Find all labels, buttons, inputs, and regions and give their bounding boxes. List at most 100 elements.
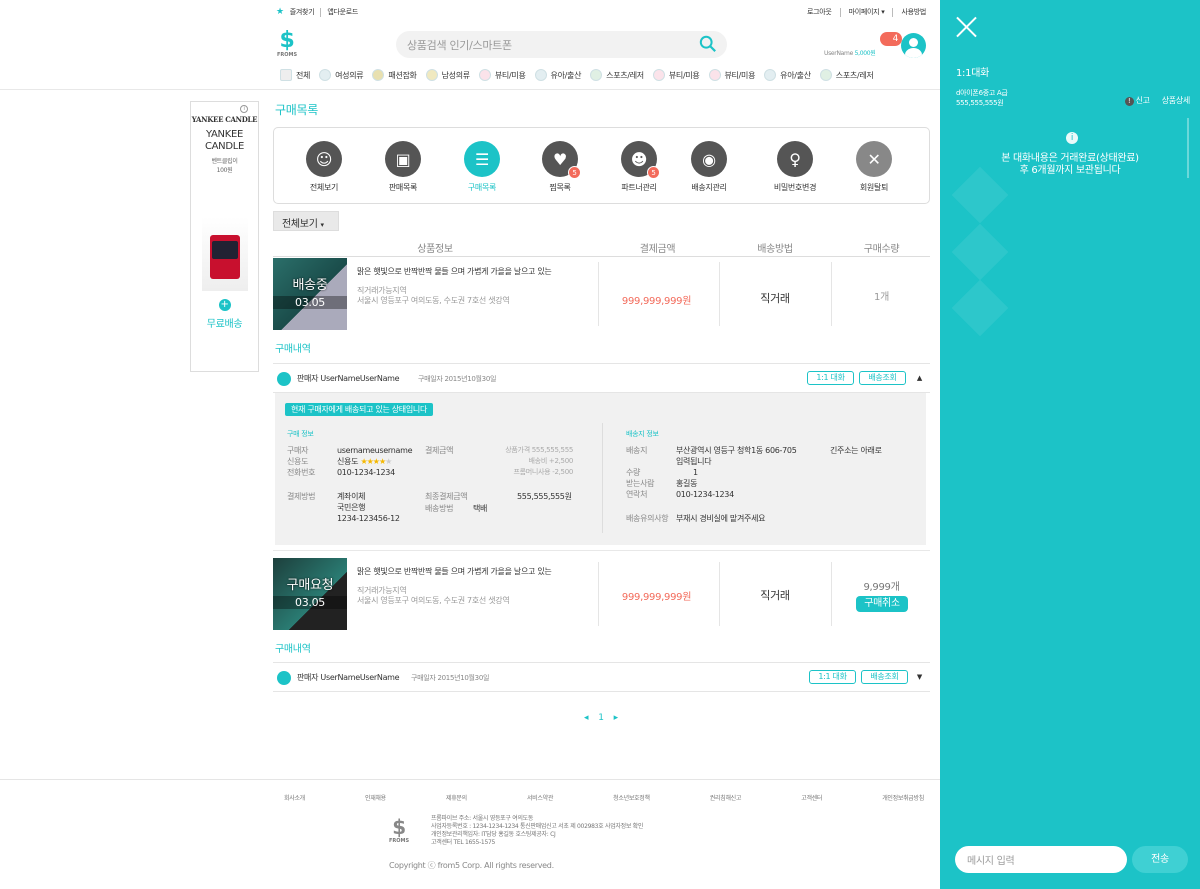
chat-actions: ! 신고 상품상세 xyxy=(1124,95,1191,106)
search-icon[interactable] xyxy=(699,35,717,53)
category-item[interactable]: 뷰티/미용 xyxy=(478,69,526,81)
star-icon: ★ xyxy=(276,7,284,17)
seller-row: 판매자 UserNameUserName 구매일자 2015년10월30일 1:… xyxy=(273,363,930,393)
app-download-link[interactable]: 앱다운로드 xyxy=(327,7,358,17)
product-title[interactable]: 맑은 햇빛으로 반짝반짝 물들 으며 가볍게 가을을 날으고 있는 xyxy=(357,566,557,577)
track-button[interactable]: 배송조회 xyxy=(859,371,906,385)
user-box[interactable]: 4 UserName 5,000원 xyxy=(824,32,926,60)
footer-link[interactable]: 고객센터 xyxy=(801,793,822,802)
notification-bell-icon[interactable]: 4 xyxy=(880,32,902,46)
site-logo[interactable]: $ FROMS xyxy=(276,30,298,59)
copyright: Copyright ⓒ from5 Corp. All rights reser… xyxy=(389,861,554,870)
price: 999,999,999원 xyxy=(621,296,692,307)
table-row[interactable]: 배송중 03.05 맑은 햇빛으로 반짝반짝 물들 으며 가볍게 가을을 날으고… xyxy=(273,258,930,330)
menu-item-purchases[interactable]: ☰ 구매목록 xyxy=(447,141,517,193)
category-item[interactable]: 유아/출산 xyxy=(534,69,581,81)
header-shipping: 배송방법 xyxy=(757,244,793,255)
wishlist-badge: 5 xyxy=(568,166,581,179)
cancel-purchase-button[interactable]: 구매취소 xyxy=(856,596,908,612)
table-row[interactable]: 구매요청 03.05 맑은 햇빛으로 반짝반짝 물들 으며 가볍게 가을을 날으… xyxy=(273,558,930,630)
category-item[interactable]: 뷰티/미용 xyxy=(652,69,700,81)
ad-brand-logo: YANKEE CANDLE xyxy=(191,115,258,124)
footer-links: 회사소개 인재채용 제휴문의 서비스약관 청소년보호정책 권리침해신고 고객센터… xyxy=(284,793,924,802)
shipping-method: 직거래 xyxy=(760,292,790,305)
category-icon xyxy=(652,69,665,81)
alert-icon: ! xyxy=(1124,97,1134,106)
footer-link[interactable]: 회사소개 xyxy=(284,793,305,802)
menu-item-partners[interactable]: ☻ 5 파트너관리 xyxy=(604,141,674,193)
section-title: 구매내역 xyxy=(275,344,311,355)
category-item[interactable]: 유아/출산 xyxy=(764,69,811,81)
header-amount: 결제금액 xyxy=(639,244,676,255)
send-button[interactable]: 전송 xyxy=(1132,846,1188,873)
page-number[interactable]: 1 xyxy=(598,713,604,723)
next-page-icon[interactable]: ▸ xyxy=(614,713,619,723)
pagination: ◂ 1 ▸ xyxy=(584,713,618,723)
category-item[interactable]: 뷰티/미용 xyxy=(708,69,755,81)
order-status-overlay: 구매요청 xyxy=(286,578,334,593)
page-title: 구매목록 xyxy=(275,103,318,117)
close-icon[interactable] xyxy=(955,16,977,38)
filter-dropdown[interactable]: 전체보기 ▾ xyxy=(273,211,339,231)
seller-name[interactable]: 판매자 UserNameUserName xyxy=(297,373,400,384)
product-thumbnail[interactable]: 배송중 03.05 xyxy=(273,258,347,330)
search-input[interactable]: 상품검색 인기/스마트폰 xyxy=(396,31,727,58)
footer-link[interactable]: 개인정보취급방침 xyxy=(882,793,924,802)
chat-scrollbar[interactable] xyxy=(1187,118,1189,178)
product-thumbnail[interactable]: 구매요청 03.05 xyxy=(273,558,347,630)
footer-link[interactable]: 제휴문의 xyxy=(446,793,467,802)
report-button[interactable]: ! 신고 xyxy=(1124,95,1150,106)
chat-button[interactable]: 1:1 대화 xyxy=(807,371,854,385)
category-item[interactable]: 패션잡화 xyxy=(372,69,417,81)
info-icon[interactable]: i xyxy=(240,105,248,113)
order-date-overlay: 03.05 xyxy=(273,296,347,309)
category-item[interactable]: 스포츠/레저 xyxy=(819,69,874,81)
chat-button[interactable]: 1:1 대화 xyxy=(809,670,856,684)
footer-link[interactable]: 청소년보호정책 xyxy=(613,793,650,802)
category-item[interactable]: 여성의류 xyxy=(319,69,364,81)
track-button[interactable]: 배송조회 xyxy=(861,670,908,684)
category-item[interactable]: 전체 xyxy=(280,69,310,81)
favorite-link[interactable]: 즐겨찾기 xyxy=(290,7,315,17)
menu-item-withdraw[interactable]: ✕ 회원탈퇴 xyxy=(839,141,909,193)
menu-item-all[interactable]: ☺ 전체보기 xyxy=(289,141,359,193)
side-ad-banner[interactable]: i YANKEE CANDLE YANKEE CANDLE 벤트클립이 100원 … xyxy=(190,101,259,372)
footer-link[interactable]: 인재채용 xyxy=(365,793,386,802)
product-detail-link[interactable]: 상품상세 xyxy=(1162,95,1191,106)
product-title[interactable]: 맑은 햇빛으로 반짝반짝 물들 으며 가볍게 가을을 날으고 있는 xyxy=(357,266,557,277)
category-item[interactable]: 스포츠/레저 xyxy=(590,69,644,81)
star-rating-icon: ★★★★★ xyxy=(360,457,392,466)
seller-name[interactable]: 판매자 UserNameUserName xyxy=(297,672,400,683)
seller-avatar xyxy=(277,671,291,685)
location-pin-icon: ◉ xyxy=(702,149,716,169)
points-value: 5,000원 xyxy=(854,50,876,57)
menu-item-sales[interactable]: ▣ 판매목록 xyxy=(368,141,438,193)
prev-page-icon[interactable]: ◂ xyxy=(584,713,589,723)
avatar[interactable] xyxy=(901,33,926,58)
product-info: 맑은 햇빛으로 반짝반짝 물들 으며 가볍게 가을을 날으고 있는 직거래가능지… xyxy=(357,266,557,306)
list-icon: ☰ xyxy=(474,149,490,169)
menu-icon xyxy=(280,69,292,81)
expand-icon[interactable]: ▼ xyxy=(917,673,922,681)
category-icon xyxy=(534,69,547,81)
footer-link[interactable]: 권리침해신고 xyxy=(710,793,742,802)
section-title: 구매내역 xyxy=(275,644,311,655)
menu-item-address[interactable]: ◉ 배송지관리 xyxy=(674,141,744,193)
menu-item-wishlist[interactable]: ♥ 5 찜목록 xyxy=(525,141,595,193)
order-detail-panel: 현재 구매자에게 배송되고 있는 상태입니다 구매 정보 구매자 usernam… xyxy=(275,393,926,545)
category-item[interactable]: 남성의류 xyxy=(425,69,470,81)
category-icon xyxy=(590,69,603,81)
seller-avatar xyxy=(277,372,291,386)
document-icon: ▣ xyxy=(395,149,411,169)
footer-link[interactable]: 서비스약관 xyxy=(527,793,553,802)
plus-icon: + xyxy=(218,299,231,311)
menu-item-password[interactable]: ♀ 비밀번호변경 xyxy=(760,141,830,193)
mypage-link[interactable]: 마이페이지 ▾ xyxy=(849,7,885,17)
credit-rating: 신용도 ★★★★★ xyxy=(337,457,392,466)
order-date-overlay: 03.05 xyxy=(273,596,347,609)
collapse-icon[interactable]: ▲ xyxy=(917,374,922,382)
message-input[interactable]: 메시지 입력 xyxy=(955,846,1127,873)
guide-link[interactable]: 사용방법 xyxy=(901,7,926,17)
logout-link[interactable]: 로그아웃 xyxy=(807,7,832,17)
company-info: 프롬파이브 주소: 서울시 영등포구 여의도동 사업자등록번호 : 1234-1… xyxy=(431,815,644,846)
